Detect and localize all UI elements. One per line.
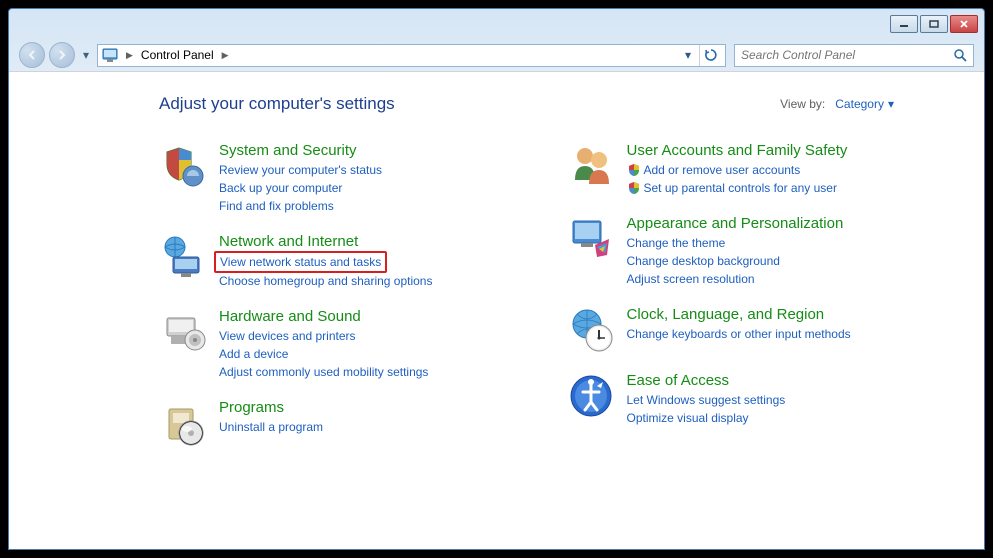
category-link[interactable]: Add a device: [219, 345, 428, 363]
back-button[interactable]: [19, 42, 45, 68]
category-link[interactable]: Choose homegroup and sharing options: [219, 272, 432, 290]
category-title[interactable]: Ease of Access: [627, 372, 786, 389]
minimize-button[interactable]: [890, 15, 918, 33]
titlebar: [9, 9, 984, 39]
users-icon: [567, 142, 615, 190]
programs-icon: [159, 399, 207, 447]
category-link[interactable]: Uninstall a program: [219, 418, 323, 436]
appearance-icon: [567, 215, 615, 263]
category-ease: Ease of Access Let Windows suggest settin…: [567, 372, 945, 427]
uac-shield-icon: [627, 181, 641, 195]
category-title[interactable]: Network and Internet: [219, 233, 432, 250]
view-by-group: View by: Category ▾: [780, 97, 894, 111]
category-title[interactable]: Hardware and Sound: [219, 308, 428, 325]
navigation-bar: ▾ ▶ Control Panel ▶ ▾: [9, 39, 984, 71]
separator: [699, 45, 700, 66]
category-link[interactable]: Optimize visual display: [627, 409, 786, 427]
nav-history-dropdown[interactable]: ▾: [79, 45, 93, 65]
maximize-button[interactable]: [920, 15, 948, 33]
system-security-icon: [159, 142, 207, 190]
view-by-value: Category: [835, 97, 884, 111]
category-link[interactable]: View devices and printers: [219, 327, 428, 345]
category-link[interactable]: Change the theme: [627, 234, 844, 252]
category-link[interactable]: Adjust screen resolution: [627, 270, 844, 288]
category-title[interactable]: Appearance and Personalization: [627, 215, 844, 232]
clock-icon: [567, 306, 615, 354]
category-title[interactable]: User Accounts and Family Safety: [627, 142, 848, 159]
chevron-down-icon: ▾: [888, 97, 894, 111]
breadcrumb-root[interactable]: Control Panel: [141, 48, 214, 62]
window: ▾ ▶ Control Panel ▶ ▾ Adjust your comput…: [8, 8, 985, 550]
forward-button[interactable]: [49, 42, 75, 68]
highlighted-link: View network status and tasks: [214, 251, 387, 273]
close-button[interactable]: [950, 15, 978, 33]
category-link[interactable]: View network status and tasks: [219, 252, 432, 272]
category-hardware: Hardware and Sound View devices and print…: [159, 308, 537, 381]
category-link[interactable]: Back up your computer: [219, 179, 382, 197]
category-link[interactable]: Find and fix problems: [219, 197, 382, 215]
right-column: User Accounts and Family Safety Add or re…: [567, 142, 945, 465]
uac-shield-icon: [627, 163, 641, 177]
category-title[interactable]: System and Security: [219, 142, 382, 159]
refresh-button[interactable]: [701, 45, 721, 66]
category-link[interactable]: Change keyboards or other input methods: [627, 325, 851, 343]
left-column: System and Security Review your computer'…: [159, 142, 537, 465]
category-link[interactable]: Let Windows suggest settings: [627, 391, 786, 409]
ease-icon: [567, 372, 615, 420]
address-bar[interactable]: ▶ Control Panel ▶ ▾: [97, 44, 726, 67]
view-by-selector[interactable]: Category ▾: [835, 97, 894, 111]
search-input[interactable]: [741, 48, 953, 62]
category-title[interactable]: Programs: [219, 399, 323, 416]
category-clock: Clock, Language, and Region Change keyboa…: [567, 306, 945, 354]
category-link[interactable]: Add or remove user accounts: [627, 161, 848, 179]
category-system-security: System and Security Review your computer'…: [159, 142, 537, 215]
content-area: Adjust your computer's settings View by:…: [9, 71, 984, 549]
category-network: Network and InternetView network status …: [159, 233, 537, 290]
breadcrumb-separator-icon[interactable]: ▶: [220, 50, 231, 61]
hardware-icon: [159, 308, 207, 356]
search-box[interactable]: [734, 44, 974, 67]
category-link[interactable]: Change desktop background: [627, 252, 844, 270]
category-title[interactable]: Clock, Language, and Region: [627, 306, 851, 323]
category-link[interactable]: Adjust commonly used mobility settings: [219, 363, 428, 381]
page-title: Adjust your computer's settings: [159, 94, 395, 114]
view-by-label: View by:: [780, 97, 825, 111]
category-link[interactable]: Review your computer's status: [219, 161, 382, 179]
network-icon: [159, 233, 207, 281]
search-icon[interactable]: [953, 48, 967, 62]
category-programs: Programs Uninstall a program: [159, 399, 537, 447]
category-users: User Accounts and Family Safety Add or re…: [567, 142, 945, 197]
address-dropdown-button[interactable]: ▾: [678, 45, 698, 66]
category-appearance: Appearance and Personalization Change the…: [567, 215, 945, 288]
breadcrumb-separator-icon: ▶: [124, 50, 135, 61]
control-panel-icon: [102, 47, 118, 63]
category-link[interactable]: Set up parental controls for any user: [627, 179, 848, 197]
